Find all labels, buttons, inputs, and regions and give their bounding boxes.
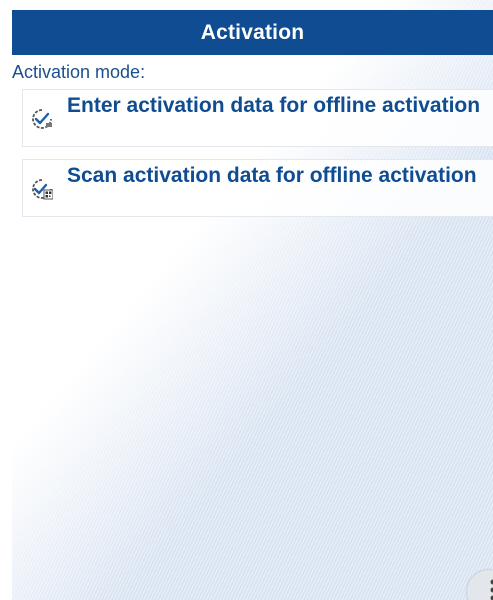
title-bar: Activation — [12, 10, 493, 55]
activation-screen: Activation Activation mode: Enter activa… — [12, 0, 493, 600]
more-menu-button[interactable] — [467, 570, 493, 600]
scan-activation-data-option[interactable]: Scan activation data for offline activat… — [22, 159, 493, 217]
scan-activation-data-label: Scan activation data for offline activat… — [67, 164, 477, 187]
enter-activation-data-label: Enter activation data for offline activa… — [67, 94, 481, 117]
qr-scan-check-icon — [31, 178, 54, 200]
keyboard-check-icon — [31, 108, 53, 130]
activation-mode-label: Activation mode: — [12, 62, 146, 82]
page-title: Activation — [200, 20, 305, 44]
enter-activation-data-option[interactable]: Enter activation data for offline activa… — [22, 89, 493, 147]
